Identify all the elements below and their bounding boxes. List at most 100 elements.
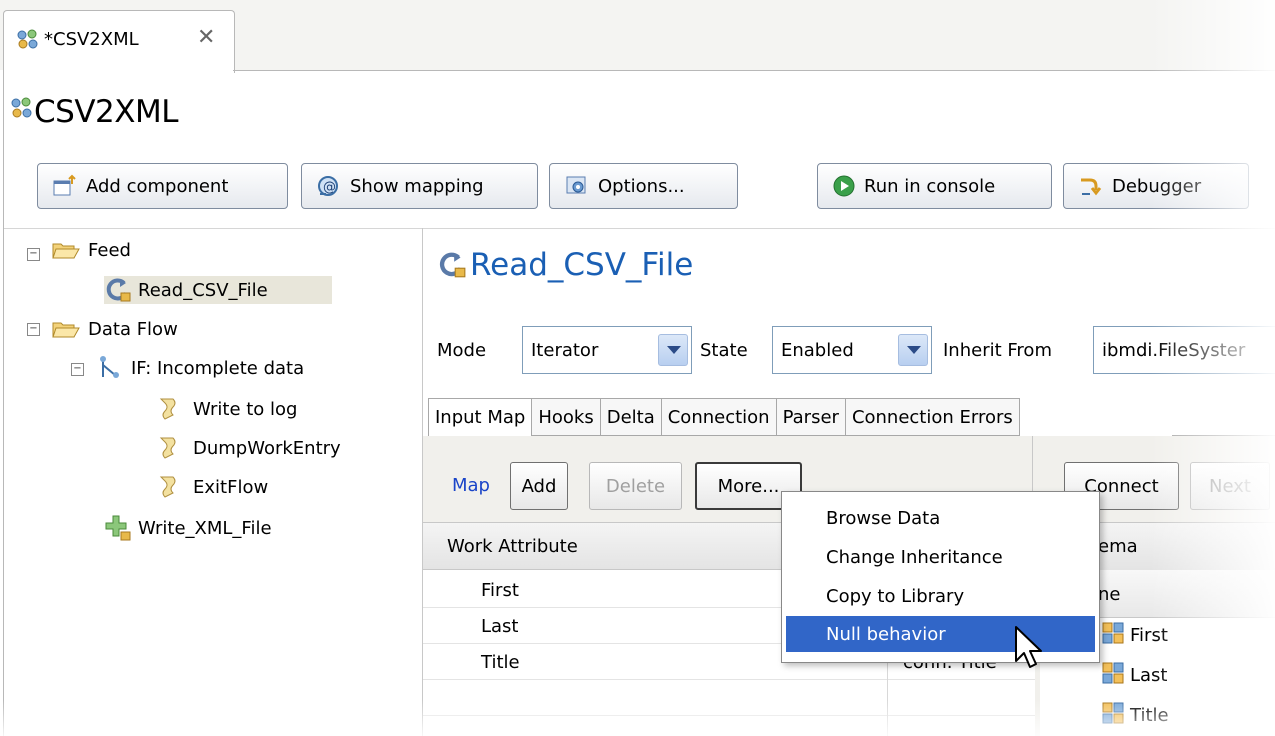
tree-item-data-flow[interactable]: Data Flow: [52, 315, 178, 343]
map-link[interactable]: Map: [452, 475, 490, 496]
menu-item-label: Null behavior: [826, 624, 946, 645]
column-work-attribute: Work Attribute: [447, 536, 578, 557]
debugger-label: Debugger: [1112, 175, 1202, 197]
state-label: State: [700, 340, 748, 361]
tab-input-map[interactable]: Input Map: [428, 398, 533, 436]
chevron-down-icon[interactable]: [898, 334, 928, 366]
iterator-icon: [437, 250, 467, 284]
divider: [3, 70, 4, 736]
tree-item-label: IF: Incomplete data: [131, 357, 305, 379]
schema-item-label: Title: [1130, 705, 1169, 726]
branch-icon: [97, 355, 123, 381]
tab-delta[interactable]: Delta: [600, 398, 662, 436]
table-row[interactable]: [423, 680, 1035, 716]
mouse-pointer-icon: [1012, 625, 1048, 677]
attribute-icon: [1102, 622, 1124, 649]
editor-tab-label: *CSV2XML: [44, 29, 139, 50]
collapse-icon[interactable]: −: [27, 323, 40, 336]
tree-item-label: Data Flow: [88, 318, 178, 340]
mode-label: Mode: [437, 340, 487, 361]
script-icon: [157, 397, 179, 421]
tree-item-write-xml-file[interactable]: Write_XML_File: [104, 514, 272, 542]
svg-text:@: @: [323, 180, 336, 195]
tree-item-read-csv-file[interactable]: Read_CSV_File: [104, 276, 332, 304]
page-title: CSV2XML: [34, 94, 179, 130]
menu-item-null-behavior[interactable]: Null behavior: [786, 616, 1095, 652]
tree-item-exit-flow[interactable]: ExitFlow: [157, 473, 268, 501]
add-component-icon: [52, 174, 78, 198]
tab-connection-errors[interactable]: Connection Errors: [845, 398, 1020, 436]
component-tabs: Input Map Hooks Delta Connection Parser …: [428, 398, 1020, 436]
script-icon: [157, 475, 179, 499]
mode-select[interactable]: Iterator: [522, 326, 692, 374]
folder-icon: [52, 319, 80, 339]
close-icon[interactable]: ✕: [197, 25, 215, 50]
attribute-icon: [1102, 702, 1124, 729]
chevron-down-icon[interactable]: [658, 334, 688, 366]
divider: [4, 228, 1275, 229]
config-icon: [16, 29, 40, 53]
tab-connection[interactable]: Connection: [661, 398, 777, 436]
collapse-icon[interactable]: −: [27, 248, 40, 261]
tree-item-label: ExitFlow: [193, 476, 269, 498]
attribute-name: Last: [481, 616, 519, 637]
options-icon: [564, 174, 590, 198]
next-button[interactable]: Next: [1190, 462, 1270, 510]
attribute-icon: [1102, 662, 1124, 689]
script-icon: [157, 436, 179, 460]
more-menu: Browse Data Change Inheritance Copy to L…: [781, 491, 1100, 663]
schema-header-label: ema: [1098, 536, 1138, 557]
menu-item-change-inheritance[interactable]: Change Inheritance: [786, 539, 1095, 575]
attribute-name: First: [481, 580, 519, 601]
list-item[interactable]: First: [1102, 622, 1168, 649]
tree-item-label: DumpWorkEntry: [193, 437, 341, 459]
editor-tab[interactable]: *CSV2XML ✕: [3, 10, 235, 73]
menu-item-copy-to-library[interactable]: Copy to Library: [786, 578, 1095, 614]
menu-item-browse-data[interactable]: Browse Data: [786, 500, 1095, 536]
run-in-console-label: Run in console: [864, 175, 996, 197]
show-mapping-label: Show mapping: [350, 175, 484, 197]
inherit-from-value: ibmdi.FileSyster: [1102, 340, 1246, 361]
mapping-icon: @: [316, 174, 342, 198]
run-icon: [832, 174, 856, 198]
show-mapping-button[interactable]: @ Show mapping: [301, 163, 538, 209]
menu-item-label: Change Inheritance: [826, 547, 1003, 568]
inherit-from-label: Inherit From: [943, 340, 1052, 361]
tab-hooks[interactable]: Hooks: [532, 398, 601, 436]
menu-item-label: Browse Data: [826, 508, 941, 529]
list-item[interactable]: Title: [1102, 702, 1169, 729]
tree-item-write-to-log[interactable]: Write to log: [157, 395, 297, 423]
schema-item-label: First: [1130, 625, 1168, 646]
debugger-icon: [1078, 174, 1104, 198]
tree-item-label: Feed: [88, 239, 131, 261]
options-label: Options...: [598, 175, 685, 197]
tree-item-label: Write_XML_File: [138, 517, 272, 539]
debugger-button[interactable]: Debugger: [1063, 163, 1249, 209]
iterator-icon: [104, 277, 132, 303]
add-component-label: Add component: [86, 175, 229, 197]
config-icon: [10, 96, 34, 124]
menu-item-label: Copy to Library: [826, 586, 965, 607]
list-item[interactable]: Last: [1102, 662, 1168, 689]
add-button[interactable]: Add: [510, 462, 568, 510]
tree-item-feed[interactable]: Feed: [52, 236, 131, 264]
divider: [233, 70, 1275, 71]
editor-window: *CSV2XML ✕ CSV2XML Add component @ Show …: [0, 0, 1275, 736]
tree-item-dump-work-entry[interactable]: DumpWorkEntry: [157, 434, 341, 462]
options-button[interactable]: Options...: [549, 163, 738, 209]
add-component-button[interactable]: Add component: [37, 163, 288, 209]
tree-item-label: Read_CSV_File: [138, 279, 268, 301]
state-value: Enabled: [781, 340, 854, 361]
collapse-icon[interactable]: −: [71, 363, 84, 376]
component-title: Read_CSV_File: [470, 247, 694, 283]
mode-value: Iterator: [531, 340, 599, 361]
tree-item-label: Write to log: [193, 398, 298, 420]
add-connector-icon: [104, 514, 132, 542]
tree-item-if-node[interactable]: IF: Incomplete data: [97, 354, 304, 382]
state-select[interactable]: Enabled: [772, 326, 932, 374]
tab-parser[interactable]: Parser: [776, 398, 846, 436]
schema-name-header: ne: [1098, 584, 1121, 605]
run-in-console-button[interactable]: Run in console: [817, 163, 1052, 209]
inherit-from-field[interactable]: ibmdi.FileSyster: [1093, 326, 1275, 374]
delete-button[interactable]: Delete: [589, 462, 682, 510]
